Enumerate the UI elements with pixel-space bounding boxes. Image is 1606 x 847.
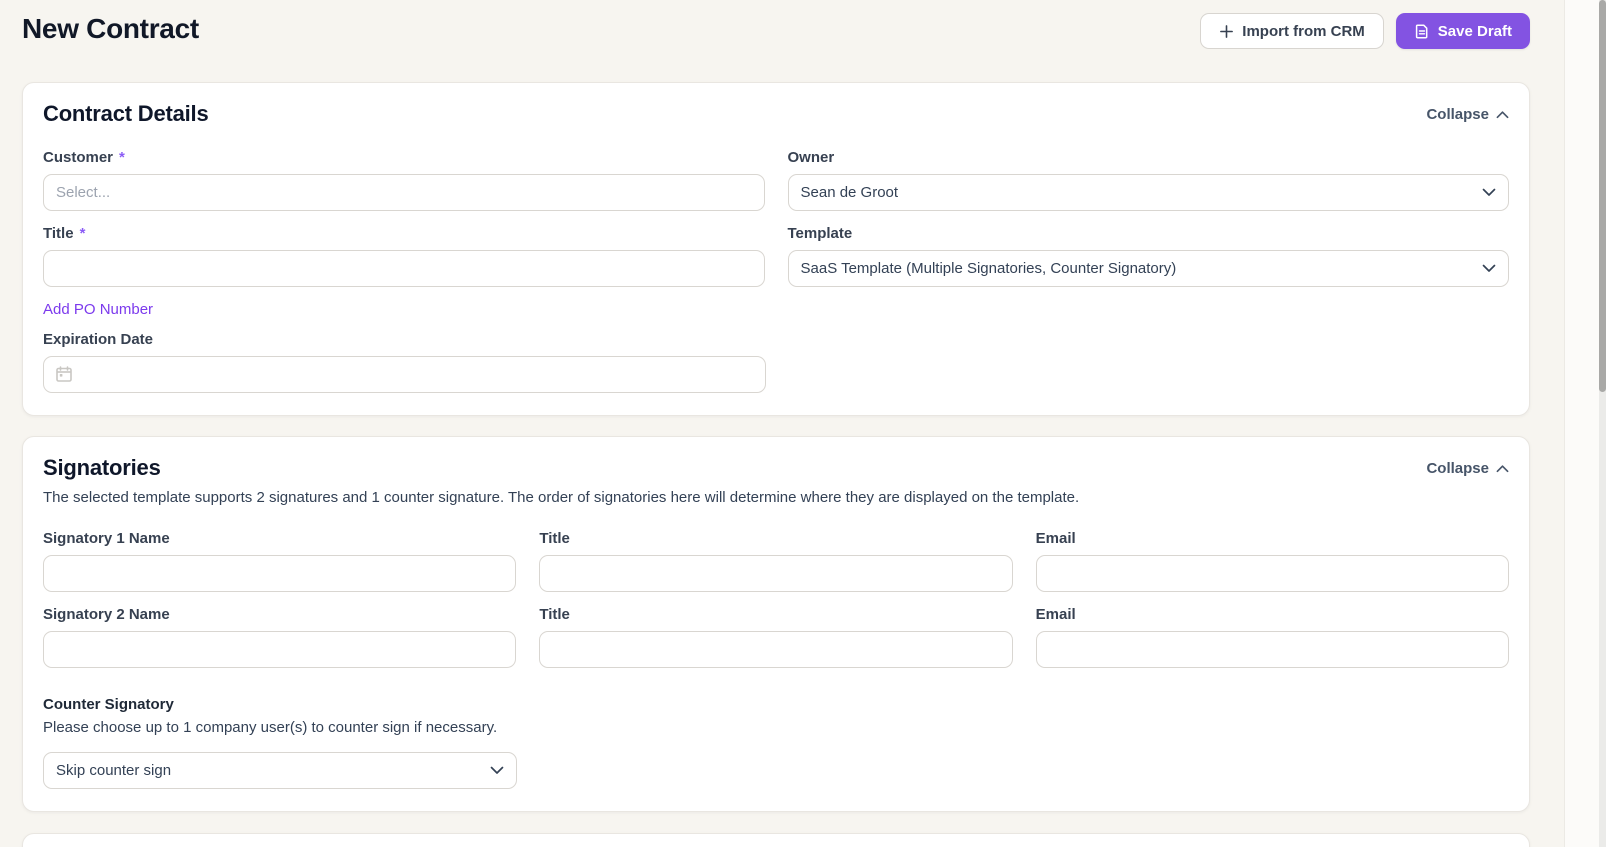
signatory-2-title-group: Title — [539, 606, 1013, 668]
top-actions: Import from CRM Save Draft — [1200, 13, 1530, 49]
customer-required-asterisk: * — [119, 149, 125, 166]
counter-signatory-select[interactable]: Skip counter sign — [43, 752, 517, 789]
template-field-group: Template SaaS Template (Multiple Signato… — [787, 225, 1509, 287]
signatory-2-title-input[interactable] — [539, 631, 1013, 668]
page-title: New Contract — [22, 13, 199, 44]
contract-details-grid: Customer * Owner Sean de Groot Title * — [43, 149, 1509, 287]
counter-signatory-label: Counter Signatory — [43, 696, 174, 713]
expiration-date-label: Expiration Date — [43, 331, 154, 348]
signatory-2-email-label: Email — [1035, 606, 1076, 623]
template-select-value: SaaS Template (Multiple Signatories, Cou… — [800, 260, 1177, 277]
next-card-partial — [22, 833, 1530, 847]
signatory-2-name-input[interactable] — [43, 631, 517, 668]
signatory-2-name-label: Signatory 2 Name — [43, 606, 170, 623]
owner-field-group: Owner Sean de Groot — [787, 149, 1509, 211]
signatory-2-name-group: Signatory 2 Name — [43, 606, 517, 668]
expiration-field-group: Expiration Date — [43, 331, 1509, 393]
signatory-1-name-label: Signatory 1 Name — [43, 530, 170, 547]
plus-icon — [1219, 24, 1234, 39]
customer-field-group: Customer * — [43, 149, 765, 211]
customer-select-input[interactable] — [43, 174, 765, 211]
title-required-asterisk: * — [79, 225, 86, 242]
contract-details-collapse-button[interactable]: Collapse — [1426, 106, 1509, 123]
owner-select-value: Sean de Groot — [800, 184, 899, 201]
signatories-collapse-button[interactable]: Collapse — [1426, 460, 1509, 477]
owner-select[interactable]: Sean de Groot — [787, 174, 1509, 211]
signatory-1-name-input[interactable] — [43, 555, 517, 592]
signatory-1-name-group: Signatory 1 Name — [43, 530, 517, 592]
customer-label-text: Customer — [43, 149, 114, 166]
template-select[interactable]: SaaS Template (Multiple Signatories, Cou… — [787, 250, 1509, 287]
import-from-crm-button[interactable]: Import from CRM — [1200, 13, 1384, 49]
signatory-2-title-label: Title — [539, 606, 570, 623]
scrollbar-thumb[interactable] — [1599, 0, 1606, 392]
contract-details-title: Contract Details — [43, 101, 209, 126]
chevron-up-icon — [1496, 460, 1509, 477]
save-draft-label: Save Draft — [1437, 22, 1512, 40]
signatories-collapse-label: Collapse — [1426, 459, 1489, 477]
chevron-down-icon — [1482, 184, 1496, 201]
signatory-1-email-label: Email — [1035, 530, 1076, 547]
contract-details-header: Contract Details Collapse — [43, 101, 1509, 127]
signatories-title: Signatories — [43, 455, 161, 480]
signatory-1-email-group: Email — [1035, 530, 1509, 592]
expiration-date-input[interactable] — [43, 356, 766, 393]
contract-details-card: Contract Details Collapse Customer * Owne… — [22, 82, 1530, 416]
signatory-2-email-group: Email — [1035, 606, 1509, 668]
save-draft-button[interactable]: Save Draft — [1395, 13, 1530, 49]
chevron-down-icon — [490, 762, 504, 779]
counter-signatory-select-value: Skip counter sign — [56, 762, 172, 779]
signatory-1-title-input[interactable] — [539, 555, 1013, 592]
import-from-crm-label: Import from CRM — [1242, 22, 1365, 40]
owner-label: Owner — [787, 149, 835, 166]
right-gutter — [1564, 0, 1599, 847]
signatory-1-title-label: Title — [539, 530, 570, 547]
signatories-description: The selected template supports 2 signatu… — [43, 489, 1080, 506]
counter-signatory-block: Counter Signatory Please choose up to 1 … — [43, 696, 1509, 789]
signatories-grid: Signatory 1 Name Title Email Signatory 2… — [43, 530, 1509, 668]
title-label-text: Title — [43, 225, 74, 242]
signatory-1-email-input[interactable] — [1035, 555, 1509, 592]
title-field-group: Title * — [43, 225, 765, 287]
signatory-1-title-group: Title — [539, 530, 1013, 592]
signatories-header: Signatories Collapse — [43, 455, 1509, 481]
top-bar: New Contract Import from CRM Save Draft — [22, 0, 1530, 62]
counter-signatory-description: Please choose up to 1 company user(s) to… — [43, 719, 498, 736]
contract-details-collapse-label: Collapse — [1426, 105, 1489, 123]
page: New Contract Import from CRM Save Draft — [22, 0, 1530, 847]
document-icon — [1414, 23, 1430, 39]
signatories-card: Signatories Collapse The selected templa… — [22, 436, 1530, 812]
chevron-down-icon — [1482, 260, 1496, 277]
title-input[interactable] — [43, 250, 765, 287]
title-label: Title * — [43, 225, 765, 242]
template-label: Template — [787, 225, 853, 242]
add-po-number-link[interactable]: Add PO Number — [43, 301, 153, 318]
scrollbar-track[interactable] — [1599, 0, 1606, 847]
expiration-date-wrap — [43, 356, 766, 393]
signatory-2-email-input[interactable] — [1035, 631, 1509, 668]
chevron-up-icon — [1496, 106, 1509, 123]
customer-label: Customer * — [43, 149, 765, 166]
